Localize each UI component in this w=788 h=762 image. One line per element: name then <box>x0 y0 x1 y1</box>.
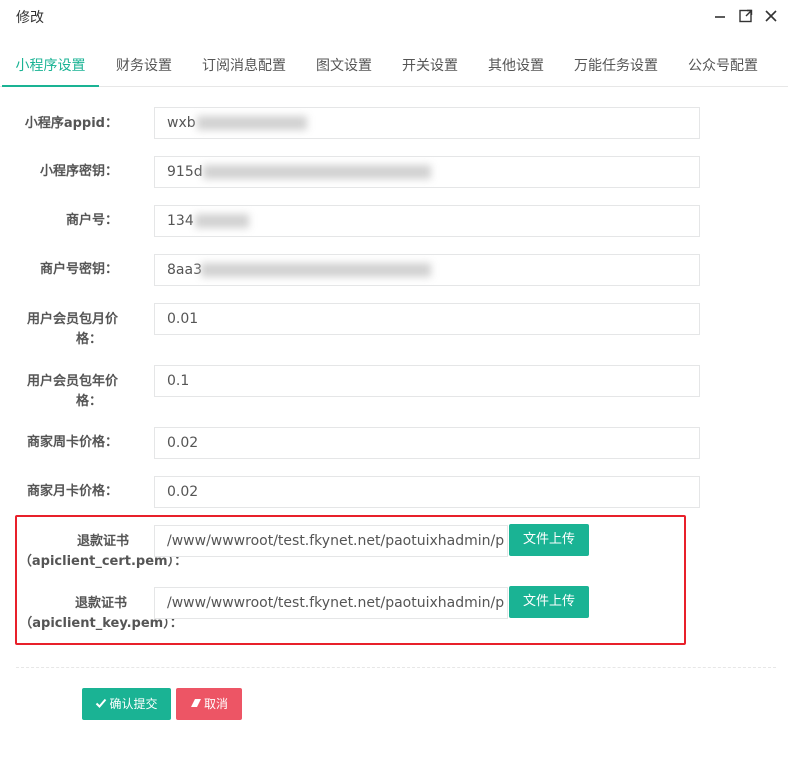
dialog-title: 修改 <box>16 10 44 26</box>
merchant-id-input[interactable]: 134 <box>154 205 700 237</box>
check-icon <box>96 698 107 708</box>
appid-value: wxb <box>167 115 196 131</box>
monthly-member-price-label: 用户会员包月价 格： <box>0 310 118 350</box>
merchant-weekly-price-label: 商家周卡价格： <box>26 435 118 450</box>
merchant-key-value: 8aa3 <box>167 262 202 278</box>
close-icon[interactable] <box>763 8 779 24</box>
tab-miniprogram[interactable]: 小程序设置 <box>2 46 99 87</box>
tab-finance[interactable]: 财务设置 <box>111 46 177 86</box>
merchant-monthly-price-input[interactable]: 0.02 <box>154 476 700 508</box>
label-line: 退款证书 <box>74 596 127 611</box>
eraser-icon <box>190 699 201 707</box>
redaction-blur <box>203 165 431 179</box>
cert-pem-upload-button[interactable]: 文件上传 <box>509 524 589 556</box>
tab-switch[interactable]: 开关设置 <box>397 46 463 86</box>
label-line: 格： <box>75 332 102 347</box>
tab-other[interactable]: 其他设置 <box>483 46 549 86</box>
merchant-weekly-price-input[interactable]: 0.02 <box>154 427 700 459</box>
app-secret-value: 915d <box>167 164 203 180</box>
settings-tabs: 小程序设置 财务设置 订阅消息配置 图文设置 开关设置 其他设置 万能任务设置 … <box>0 46 788 87</box>
label-line: 用户会员包年价 <box>26 374 118 389</box>
merchant-id-label: 商户号： <box>65 213 118 228</box>
merchant-key-input[interactable]: 8aa3 <box>154 254 700 286</box>
yearly-member-price-label: 用户会员包年价 格： <box>0 372 118 412</box>
appid-input[interactable]: wxb <box>154 107 700 139</box>
label-line: 用户会员包月价 <box>26 312 118 327</box>
merchant-key-label: 商户号密钥： <box>39 262 118 277</box>
merchant-id-value: 134 <box>167 213 194 229</box>
maximize-icon[interactable] <box>738 8 754 24</box>
tab-official-account[interactable]: 公众号配置 <box>683 46 763 86</box>
key-pem-path-input[interactable]: /www/wwwroot/test.fkynet.net/paotuixhadm… <box>154 587 508 619</box>
redaction-blur <box>197 116 307 130</box>
key-pem-upload-button[interactable]: 文件上传 <box>509 586 589 618</box>
cancel-button[interactable]: 取消 <box>176 688 242 720</box>
app-secret-input[interactable]: 915d <box>154 156 700 188</box>
appid-label: 小程序appid： <box>24 116 118 131</box>
submit-label: 确认提交 <box>109 697 158 711</box>
merchant-monthly-price-label: 商家月卡价格： <box>26 484 118 499</box>
app-secret-label: 小程序密钥： <box>39 164 118 179</box>
label-line: 格： <box>75 394 102 409</box>
redaction-blur <box>195 214 249 228</box>
label-line: 退款证书 <box>76 534 129 549</box>
tab-universal-task[interactable]: 万能任务设置 <box>569 46 663 86</box>
divider <box>16 667 776 668</box>
minimize-icon[interactable] <box>712 8 728 24</box>
tab-subscribe-message[interactable]: 订阅消息配置 <box>197 46 291 86</box>
submit-button[interactable]: 确认提交 <box>82 688 171 720</box>
monthly-member-price-input[interactable]: 0.01 <box>154 303 700 335</box>
cert-pem-path-input[interactable]: /www/wwwroot/test.fkynet.net/paotuixhadm… <box>154 525 508 557</box>
redaction-blur <box>201 263 431 277</box>
yearly-member-price-input[interactable]: 0.1 <box>154 365 700 397</box>
dialog-titlebar: 修改 <box>0 0 788 34</box>
cancel-label: 取消 <box>203 697 228 711</box>
tab-image-text[interactable]: 图文设置 <box>311 46 377 86</box>
